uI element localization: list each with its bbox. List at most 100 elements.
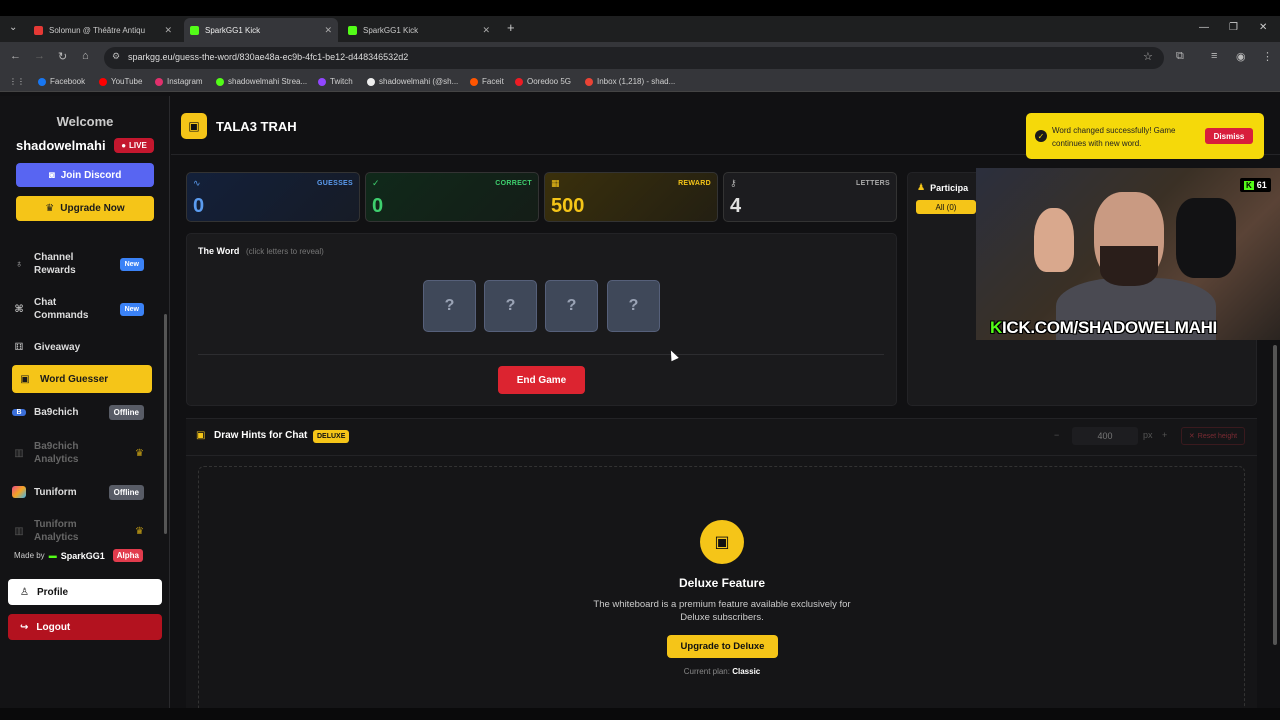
extensions-icon[interactable]: ⧉ [1176,50,1184,63]
letter-tile[interactable]: ? [423,280,476,332]
current-plan: Current plan: Classic [683,667,761,676]
sidebar-scrollbar[interactable] [164,314,167,534]
stat-value: 4 [730,195,742,217]
browser-tab-2[interactable]: SparkGG1 Kick ✕ [184,18,338,42]
sidebar-item-ba9chich[interactable]: B Ba9chich Offline [12,404,152,420]
sidebar-item-tuniform-analytics[interactable]: ▥ Tuniform Analytics ♛ [12,519,152,543]
main-scrollbar[interactable] [1273,345,1277,645]
streamer-beard [1100,246,1158,286]
bookmark-instagram[interactable]: Instagram [155,77,203,86]
filter-all-button[interactable]: All (0) [916,200,976,214]
ooredoo-icon [515,77,523,86]
crown-icon: ♛ [135,447,144,459]
faceit-icon [470,77,478,86]
browser-tab-1[interactable]: Solomun @ Théâtre Antiqu ✕ [28,18,178,42]
close-window-icon[interactable]: ✕ [1259,22,1267,33]
upgrade-now-button[interactable]: ♛ Upgrade Now [16,196,154,221]
check-icon: ✓ [1035,130,1047,142]
deluxe-badge: DELUXE [313,430,350,443]
browser-tab-3[interactable]: SparkGG1 Kick ✕ [342,18,496,42]
sidebar-item-label: Word Guesser [40,373,109,385]
close-icon: ✕ [1188,433,1195,440]
bookmark-youtube[interactable]: YouTube [99,77,142,86]
new-tab-icon[interactable]: + [507,20,515,35]
bookmark-faceit[interactable]: Faceit [470,77,504,86]
height-input[interactable]: 400 [1072,427,1138,445]
kick-icon: K [1244,180,1254,190]
sidebar-item-tuniform[interactable]: Tuniform Offline [12,484,152,500]
reset-height-button[interactable]: ✕ Reset height [1181,427,1245,445]
join-discord-button[interactable]: ◙ Join Discord [16,163,154,187]
activity-icon: ∿ [193,178,201,188]
users-icon: ♟ [917,182,926,192]
participants-title: ♟ Participa [917,182,969,193]
site-info-icon[interactable]: ⚙ [112,51,120,62]
dismiss-button[interactable]: Dismiss [1205,128,1253,144]
spark-logo-icon: ▬ [48,551,57,560]
logout-icon: ↪ [20,621,29,633]
back-icon[interactable]: ← [10,50,21,62]
offline-badge: Offline [108,404,144,420]
word-title: The Word [198,246,240,256]
stat-card-reward: ▦ REWARD 500 [544,172,718,222]
bookmark-tiktok[interactable]: shadowelmahi (@sh... [367,77,458,86]
letter-tile[interactable]: ? [607,280,660,332]
kick-favicon-icon [190,25,199,35]
end-game-button[interactable]: End Game [498,366,585,394]
gift-icon: ▦ [551,178,560,188]
sidebar-item-word-guesser[interactable]: ▣ Word Guesser [12,365,152,393]
bookmark-facebook[interactable]: Facebook [38,77,85,86]
draw-header-divider [186,455,1257,456]
tab-label: SparkGG1 Kick [205,25,261,35]
bookmark-twitch[interactable]: Twitch [318,77,353,86]
letter-tile[interactable]: ? [545,280,598,332]
decrease-height-button[interactable]: − [1054,430,1059,440]
stat-value: 0 [372,195,384,217]
bookmark-kick[interactable]: shadowelmahi Strea... [216,77,307,86]
apps-icon[interactable]: ⋮⋮ [9,77,25,86]
logout-button[interactable]: ↪ Logout [8,614,162,640]
close-tab-icon[interactable]: ✕ [324,25,332,36]
home-icon[interactable]: ⌂ [82,50,89,62]
sidebar-item-label: Ba9chich [34,406,79,418]
bookmark-ooredoo[interactable]: Ooredoo 5G [515,77,571,86]
gamepad-icon: ▣ [181,113,207,139]
bookmark-gmail[interactable]: Inbox (1,218) - shad... [585,77,675,86]
command-icon: ⌘ [14,303,24,315]
profile-button[interactable]: ♙ Profile [8,579,162,605]
reload-icon[interactable]: ↻ [58,50,67,63]
streamer-hand [1034,208,1074,272]
crown-icon: ♛ [135,525,144,537]
sidebar-item-channel-rewards[interactable]: ♁ Channel Rewards New [12,250,152,278]
bar-chart-icon: ▥ [14,525,24,537]
twitch-icon [318,77,326,86]
sidebar-item-giveaway[interactable]: ⚅ Giveaway [12,340,152,354]
sidebar-item-chat-commands[interactable]: ⌘ Chat Commands New [12,295,152,323]
sidebar-item-label: Ba9chich Analytics [34,441,79,465]
forward-icon[interactable]: → [34,50,45,62]
offline-badge: Offline [108,484,144,500]
increase-height-button[interactable]: + [1162,430,1167,440]
url-text[interactable]: sparkgg.eu/guess-the-word/830ae48a-ec9b-… [128,52,408,62]
maximize-icon[interactable]: ❐ [1229,22,1238,33]
minimize-icon[interactable]: — [1199,22,1209,33]
menu-icon[interactable]: ⋮ [1262,50,1273,63]
new-badge: New [119,257,144,271]
close-tab-icon[interactable]: ✕ [482,25,490,36]
stat-value: 500 [551,195,585,217]
tab-search-icon[interactable]: ⌄ [9,22,17,33]
user-icon: ♙ [20,586,29,598]
media-control-icon[interactable]: ≡ [1211,50,1217,62]
live-badge: ● LIVE [114,138,154,153]
live-dot-icon: ● [121,141,127,150]
bookmark-star-icon[interactable]: ☆ [1143,50,1153,63]
sidebar-item-label: Giveaway [34,341,81,353]
stream-url: KICK.COM/SHADOWELMAHI [990,318,1217,337]
gmail-icon [585,77,593,86]
sidebar-item-ba9chich-analytics[interactable]: ▥ Ba9chich Analytics ♛ [12,439,152,467]
letter-tile[interactable]: ? [484,280,537,332]
upgrade-to-deluxe-button[interactable]: Upgrade to Deluxe [667,635,778,658]
close-tab-icon[interactable]: ✕ [164,25,172,36]
profile-icon[interactable]: ◉ [1236,50,1246,63]
made-by: Made by ▬ SparkGG1 Alpha [14,549,143,562]
